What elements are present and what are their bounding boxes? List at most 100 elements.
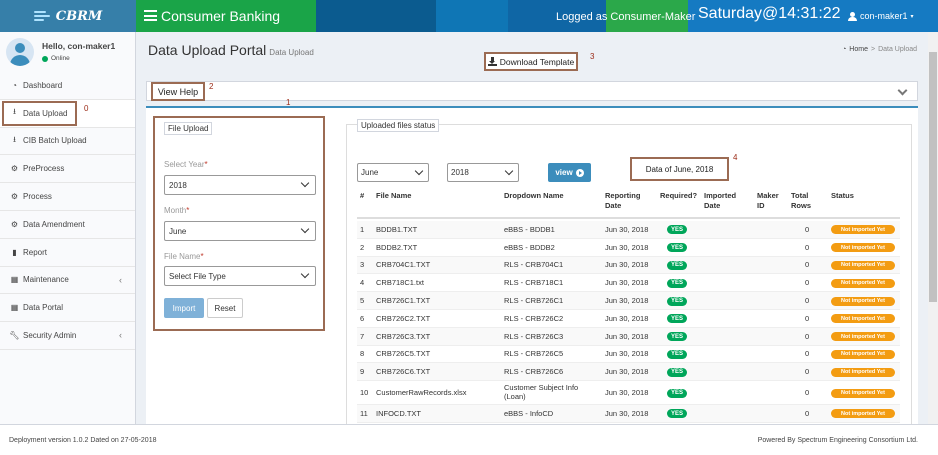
table-row: 10 CustomerRawRecords.xlsx Customer Subjec…	[357, 381, 900, 406]
table-row: 6 CRB726C2.TXT RLS - CRB726C2 Jun 30, 2018 0…	[357, 310, 900, 328]
year-select[interactable]: 2018	[164, 175, 316, 195]
cell-dropdown-name: RLS - CRB726C5	[504, 349, 564, 359]
breadcrumb-home[interactable]: Home	[849, 46, 868, 53]
status-badge: Not imported Yet	[831, 367, 895, 377]
sidebar-item-data-portal[interactable]: ▦ Data Portal	[0, 294, 135, 323]
sidebar-item-label: Data Amendment	[23, 219, 85, 229]
required-badge: YES	[667, 243, 687, 253]
reset-button[interactable]: Reset	[207, 298, 243, 318]
arrow-circle-right-icon	[575, 168, 584, 177]
download-template-button[interactable]: Download Template	[484, 52, 578, 71]
highlight-box	[2, 100, 77, 126]
chevron-left-icon: ‹	[119, 330, 122, 341]
callout-3: 3	[590, 52, 595, 61]
status-month-select[interactable]: June	[357, 163, 429, 182]
cell-file-name: CustomerRawRecords.xlsx	[376, 388, 467, 398]
page-scrollbar[interactable]	[928, 32, 938, 424]
cell-total-rows: 0	[805, 313, 810, 323]
sidebar-item-cib-batch-upload[interactable]: ⭳ CIB Batch Upload	[0, 128, 135, 156]
cell-reporting-date: Jun 30, 2018	[605, 278, 649, 288]
logged-as-text: Logged as Consumer-Maker	[556, 11, 696, 23]
menu-toggle-icon[interactable]	[144, 10, 157, 21]
status-year-value: 2018	[451, 168, 469, 177]
required-badge: YES	[667, 332, 687, 342]
gear-icon: ⚙	[10, 192, 19, 202]
month-select[interactable]: June	[164, 221, 316, 241]
col-header-imported-date: Imported Date	[704, 191, 737, 210]
col-header-reporting-date: Reporting Date	[605, 191, 641, 210]
table-row: 2 BDDB2.TXT eBBS - BDDB2 Jun 30, 2018 0 YES No…	[357, 239, 900, 257]
required-badge: YES	[667, 278, 687, 288]
sidebar-item-label: Security Admin	[23, 331, 77, 341]
sidebar-item-dashboard[interactable]: ◔ Dashboard	[0, 72, 135, 100]
cell-dropdown-name: RLS - CRB726C1	[504, 296, 564, 306]
table-row: 1 BDDB1.TXT eBBS - BDDB1 Jun 30, 2018 0 YES No…	[357, 221, 900, 239]
status-badge: Not imported Yet	[831, 332, 895, 342]
cell-file-name: CRB726C1.TXT	[376, 296, 431, 306]
file-name-select[interactable]: Select File Type	[164, 266, 316, 286]
cell-dropdown-name: Customer Subject Info (Loan)	[504, 383, 579, 401]
cell-reporting-date: Jun 30, 2018	[605, 388, 649, 398]
sidebar-item-security-admin[interactable]: 🔧︎ Security Admin ‹	[0, 322, 135, 350]
cell-reporting-date: Jun 30, 2018	[605, 331, 649, 341]
cell-file-name: BDDB2.TXT	[376, 242, 418, 252]
sidebar-item-label: Maintenance	[23, 275, 69, 285]
status-year-select[interactable]: 2018	[447, 163, 519, 182]
sidebar-item-preprocess[interactable]: ⚙ PreProcess	[0, 155, 135, 184]
user-panel: Hello, con-maker1 Online	[0, 32, 135, 72]
cell-total-rows: 0	[805, 278, 810, 288]
table-row: 8 CRB726C5.TXT RLS - CRB726C5 Jun 30, 2018 0…	[357, 346, 900, 364]
status-badge: Not imported Yet	[831, 388, 895, 398]
upload-icon: ⭳	[13, 134, 16, 144]
col-header-maker-id: Maker ID	[757, 191, 779, 210]
gears-icon: ⚙	[10, 164, 19, 174]
sidebar-item-label: Dashboard	[23, 80, 63, 90]
cell-num: 5	[360, 296, 365, 306]
scrollbar-thumb[interactable]	[929, 52, 937, 302]
view-button[interactable]: view	[548, 163, 591, 182]
status-text: Online	[51, 55, 70, 62]
year-label: Select Year*	[164, 160, 208, 169]
caret-down-icon: ▾	[910, 13, 914, 20]
table-row: 7 CRB726C3.TXT RLS - CRB726C3 Jun 30, 2018 0…	[357, 327, 900, 346]
sidebar-item-process[interactable]: ⚙ Process	[0, 183, 135, 211]
grid-icon: ▦	[10, 303, 19, 313]
page-title: Data Upload Portal Data Upload	[148, 42, 314, 58]
sidebar-item-report[interactable]: ▮ Report	[0, 239, 135, 267]
online-dot-icon	[42, 55, 48, 62]
data-of-label: Data of June, 2018	[630, 157, 729, 181]
sidebar-item-data-upload[interactable]: ⭳ Data Upload 0	[0, 99, 135, 128]
cell-num: 4	[360, 278, 365, 288]
user-menu[interactable]: con-maker1 ▾	[848, 11, 914, 21]
chevron-down-icon[interactable]	[897, 85, 908, 96]
cell-total-rows: 0	[805, 349, 810, 359]
cell-total-rows: 0	[805, 367, 810, 377]
sidebar-item-label: PreProcess	[23, 164, 65, 174]
cell-total-rows: 0	[805, 331, 810, 341]
grid-icon: ▦	[10, 275, 19, 285]
greeting: Hello, con-maker1	[42, 41, 116, 51]
sidebar-item-maintenance[interactable]: ▦ Maintenance ‹	[0, 267, 135, 295]
import-button[interactable]: Import	[164, 298, 204, 318]
online-status: Online	[42, 55, 70, 62]
cell-total-rows: 0	[805, 224, 810, 234]
cell-dropdown-name: RLS - CRB726C6	[504, 367, 564, 377]
main-box: File Upload Select Year* 2018 Month* Jun…	[146, 106, 918, 434]
breadcrumb-separator: >	[870, 46, 876, 53]
user-icon	[848, 11, 857, 21]
cell-dropdown-name: RLS - CRB726C3	[504, 331, 564, 341]
view-help-button[interactable]: View Help	[151, 82, 205, 101]
status-month-value: June	[361, 168, 379, 177]
required-badge: YES	[667, 225, 687, 235]
col-header-file-name: File Name	[376, 191, 412, 200]
status-badge: Not imported Yet	[831, 314, 895, 324]
dashboard-icon: ◔	[12, 80, 17, 90]
status-badge: Not imported Yet	[831, 243, 895, 253]
sidebar-item-data-amendment[interactable]: ⚙ Data Amendment	[0, 211, 135, 239]
help-panel: View Help 2 1	[146, 81, 918, 107]
status-badge: Not imported Yet	[831, 260, 895, 270]
table-row: 3 CRB704C1.TXT RLS - CRB704C1 Jun 30, 2018 0…	[357, 256, 900, 275]
status-badge: Not imported Yet	[831, 225, 895, 235]
table-row: 4 CRB718C1.txt RLS - CRB718C1 Jun 30, 2018 0…	[357, 274, 900, 293]
app-logo[interactable]: CBRM	[0, 0, 136, 32]
